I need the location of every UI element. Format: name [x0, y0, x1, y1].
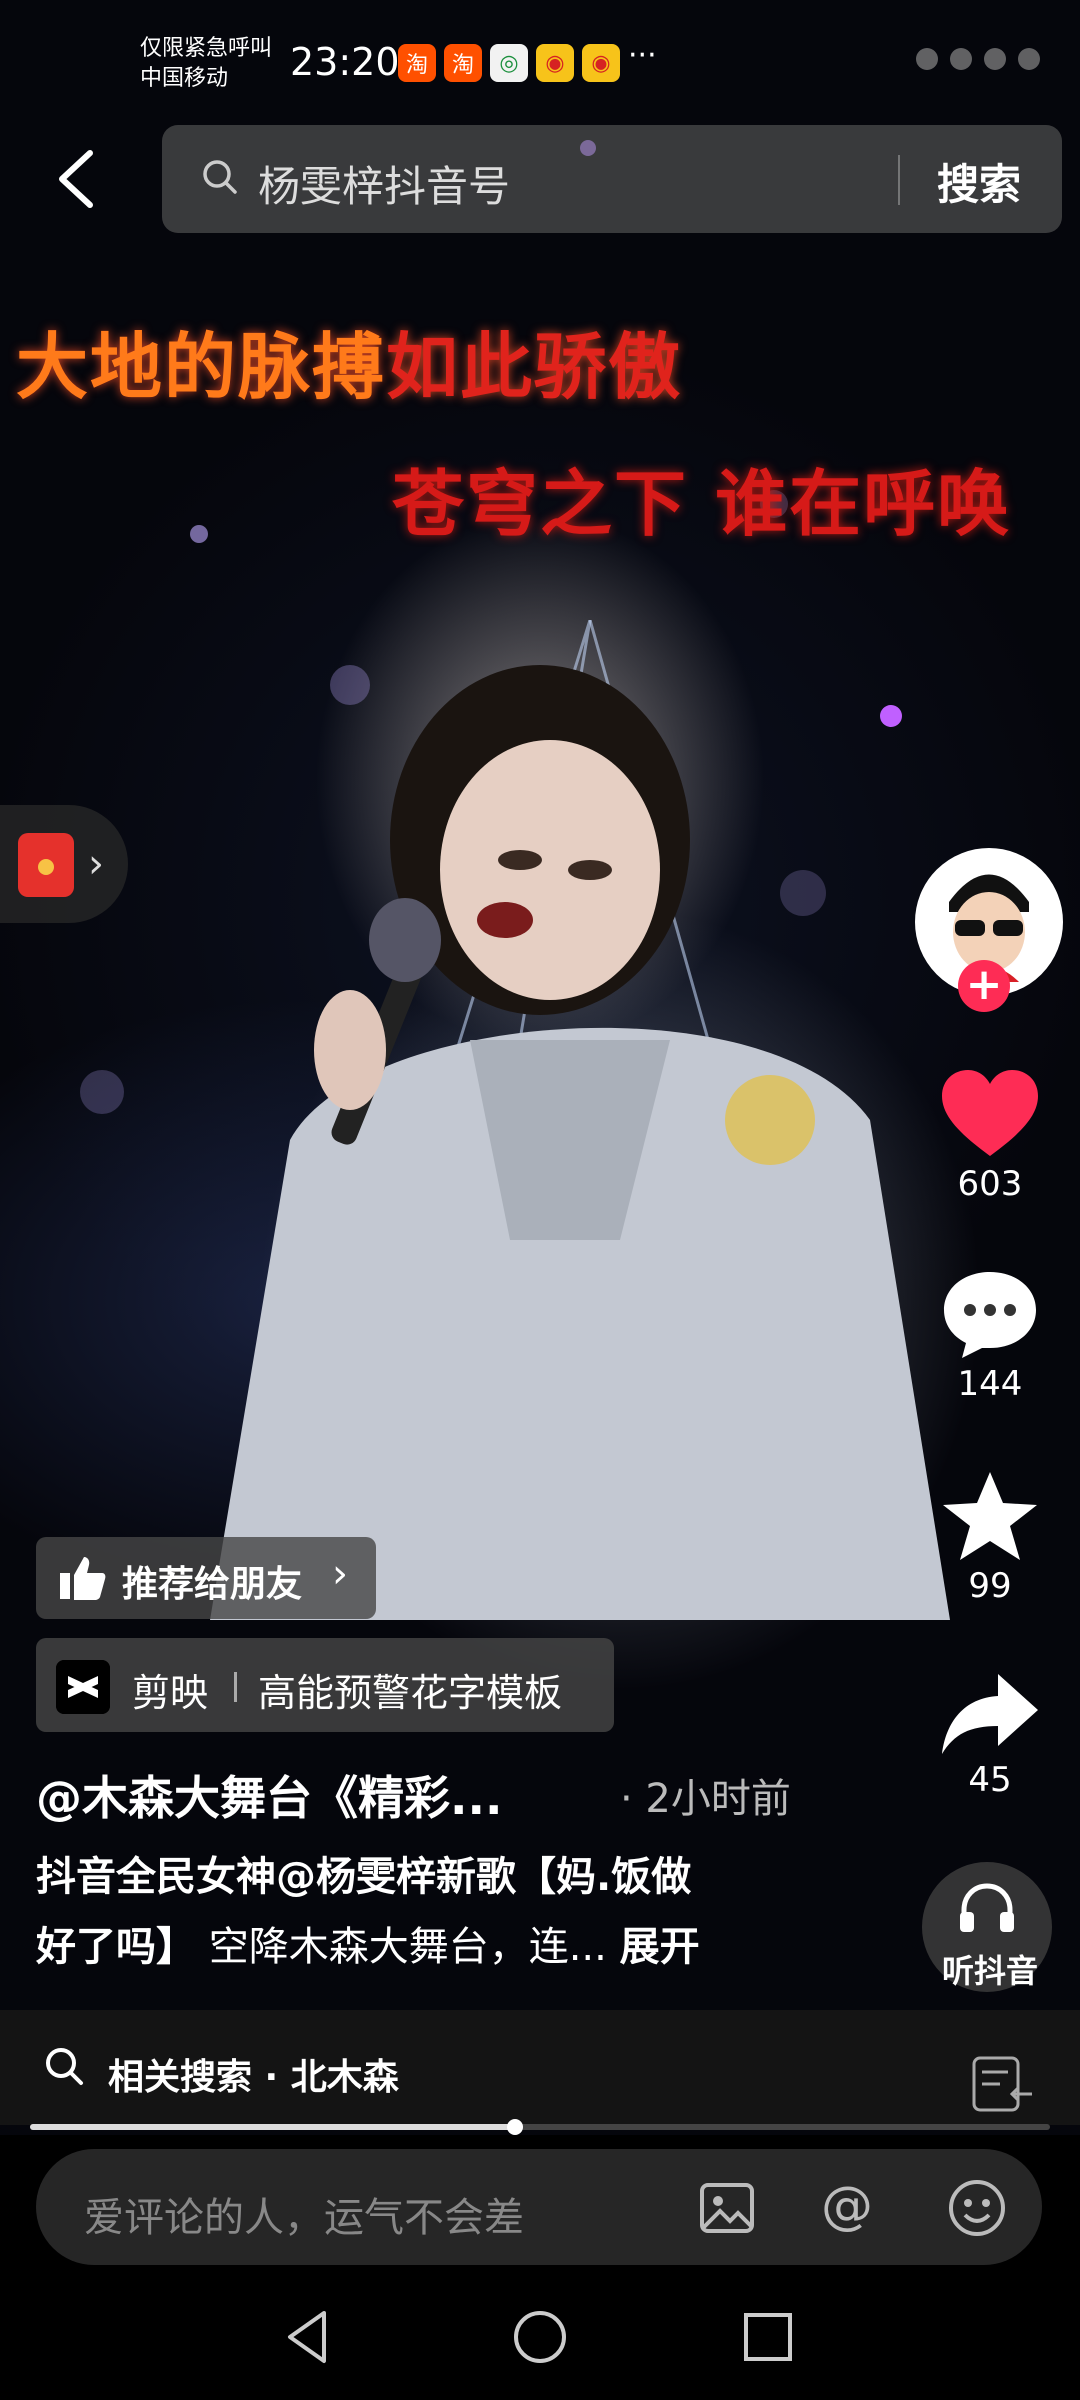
- description-line-2-bold: 好了吗】: [36, 1924, 196, 1970]
- svg-text:@: @: [821, 2177, 873, 2236]
- system-nav-bar: [0, 2265, 1080, 2400]
- search-query[interactable]: 杨雯梓抖音号: [258, 153, 510, 214]
- taobao-icon: 淘: [444, 44, 482, 82]
- nav-recents-icon[interactable]: [736, 2305, 800, 2369]
- share-action[interactable]: 45: [910, 1670, 1070, 1800]
- emergency-only-label: 仅限紧急呼叫: [140, 36, 273, 61]
- search-divider: [898, 155, 900, 205]
- lyric-line-1: 大地的脉搏如此骄傲: [16, 308, 682, 413]
- capcut-divider: [234, 1672, 237, 1702]
- capcut-app-name: 剪映: [132, 1671, 209, 1715]
- comment-action[interactable]: 144: [910, 1268, 1070, 1404]
- post-time: · 2小时前: [620, 1776, 791, 1822]
- listen-douyin-label: 听抖音: [941, 1952, 1038, 1990]
- status-carrier: 仅限紧急呼叫 中国移动: [140, 34, 272, 94]
- comment-bar: 爱评论的人，运气不会差 @: [0, 2135, 1080, 2265]
- heart-icon[interactable]: [940, 1068, 1040, 1160]
- follow-button[interactable]: +: [958, 960, 1010, 1012]
- back-arrow-icon[interactable]: [50, 147, 110, 211]
- capcut-template-name: 高能预警花字模板: [258, 1671, 563, 1715]
- progress-knob[interactable]: [506, 2119, 523, 2135]
- system-status-icons: [916, 48, 1040, 70]
- mobile-app-icon: ◎: [490, 44, 528, 82]
- expand-button[interactable]: 展开: [620, 1924, 700, 1970]
- capcut-template-link[interactable]: 剪映 高能预警花字模板: [36, 1638, 614, 1732]
- chevron-right-icon: ›: [88, 841, 104, 887]
- description-line-2: 空降木森大舞台，连...: [196, 1924, 607, 1970]
- star-icon[interactable]: [940, 1470, 1040, 1562]
- weibo-icon: ◉: [582, 44, 620, 82]
- notification-icons: 淘 淘 ◎ ◉ ◉: [398, 44, 620, 82]
- author-name[interactable]: @木森大舞台《精彩...: [36, 1762, 502, 1828]
- comment-input[interactable]: 爱评论的人，运气不会差 @: [36, 2149, 1042, 2265]
- chevron-right-icon: ›: [332, 1551, 348, 1597]
- top-bar: 杨雯梓抖音号 搜索: [0, 125, 1080, 235]
- favorite-action[interactable]: 99: [910, 1470, 1070, 1606]
- comment-placeholder: 爱评论的人，运气不会差: [84, 2195, 524, 2241]
- capcut-logo-icon: [56, 1660, 110, 1714]
- sparkle: [80, 1070, 124, 1114]
- search-box[interactable]: 杨雯梓抖音号 搜索: [162, 125, 1062, 233]
- post-description[interactable]: 抖音全民女神@杨雯梓新歌【妈.饭做 好了吗】 空降木森大舞台，连... 展开: [36, 1842, 796, 1982]
- emoji-icon[interactable]: [946, 2177, 1008, 2239]
- like-count: 603: [957, 1164, 1023, 1204]
- headphones-icon: [960, 1883, 1014, 1932]
- more-notifications-icon: ···: [628, 38, 657, 73]
- red-envelope-icon: [18, 833, 74, 897]
- like-action[interactable]: 603: [910, 1068, 1070, 1204]
- mention-at-icon[interactable]: @: [816, 2177, 878, 2239]
- lyric-line-1-part-1: 大地的脉搏: [16, 325, 387, 409]
- battery-icon: [1018, 48, 1040, 70]
- wifi-icon: [984, 48, 1006, 70]
- related-search-bar[interactable]: 相关搜索 · 北木森: [0, 2010, 1080, 2125]
- nav-back-icon[interactable]: [276, 2305, 340, 2369]
- related-switch-icon[interactable]: [970, 2054, 1036, 2116]
- lyric-line-1-part-2: 如此骄傲: [386, 325, 683, 409]
- bluetooth-icon: [916, 48, 938, 70]
- carrier-label: 中国移动: [140, 66, 229, 91]
- search-button[interactable]: 搜索: [937, 151, 1021, 212]
- thumbs-up-icon: [60, 1557, 106, 1600]
- video-subject: [210, 620, 950, 1620]
- favorite-count: 99: [968, 1566, 1012, 1606]
- comment-count: 144: [957, 1364, 1023, 1404]
- image-icon[interactable]: [696, 2177, 758, 2239]
- comment-bubble-icon[interactable]: [940, 1268, 1040, 1360]
- description-line-1: 抖音全民女神@杨雯梓新歌【妈.饭做: [36, 1854, 692, 1900]
- red-packet-widget[interactable]: ›: [0, 805, 128, 923]
- recommend-to-friends-button[interactable]: 推荐给朋友 ›: [36, 1537, 376, 1619]
- weibo-icon: ◉: [536, 44, 574, 82]
- video-progress-bar[interactable]: [30, 2119, 1050, 2135]
- sparkle: [190, 525, 208, 543]
- progress-fill: [30, 2124, 515, 2130]
- taobao-icon: 淘: [398, 44, 436, 82]
- nav-home-icon[interactable]: [508, 2305, 572, 2369]
- search-icon: [46, 2048, 83, 2085]
- status-bar: 仅限紧急呼叫 中国移动 23:20 淘 淘 ◎ ◉ ◉ ···: [0, 0, 1080, 110]
- signal-icon: [950, 48, 972, 70]
- related-search-label: 相关搜索 · 北木森: [108, 2057, 399, 2098]
- status-time: 23:20: [290, 40, 400, 84]
- recommend-label: 推荐给朋友: [122, 1564, 303, 1605]
- share-arrow-icon[interactable]: [940, 1670, 1040, 1756]
- search-icon: [203, 160, 237, 194]
- share-count: 45: [968, 1760, 1012, 1800]
- lyric-line-2: 苍穹之下 谁在呼唤: [392, 462, 1012, 546]
